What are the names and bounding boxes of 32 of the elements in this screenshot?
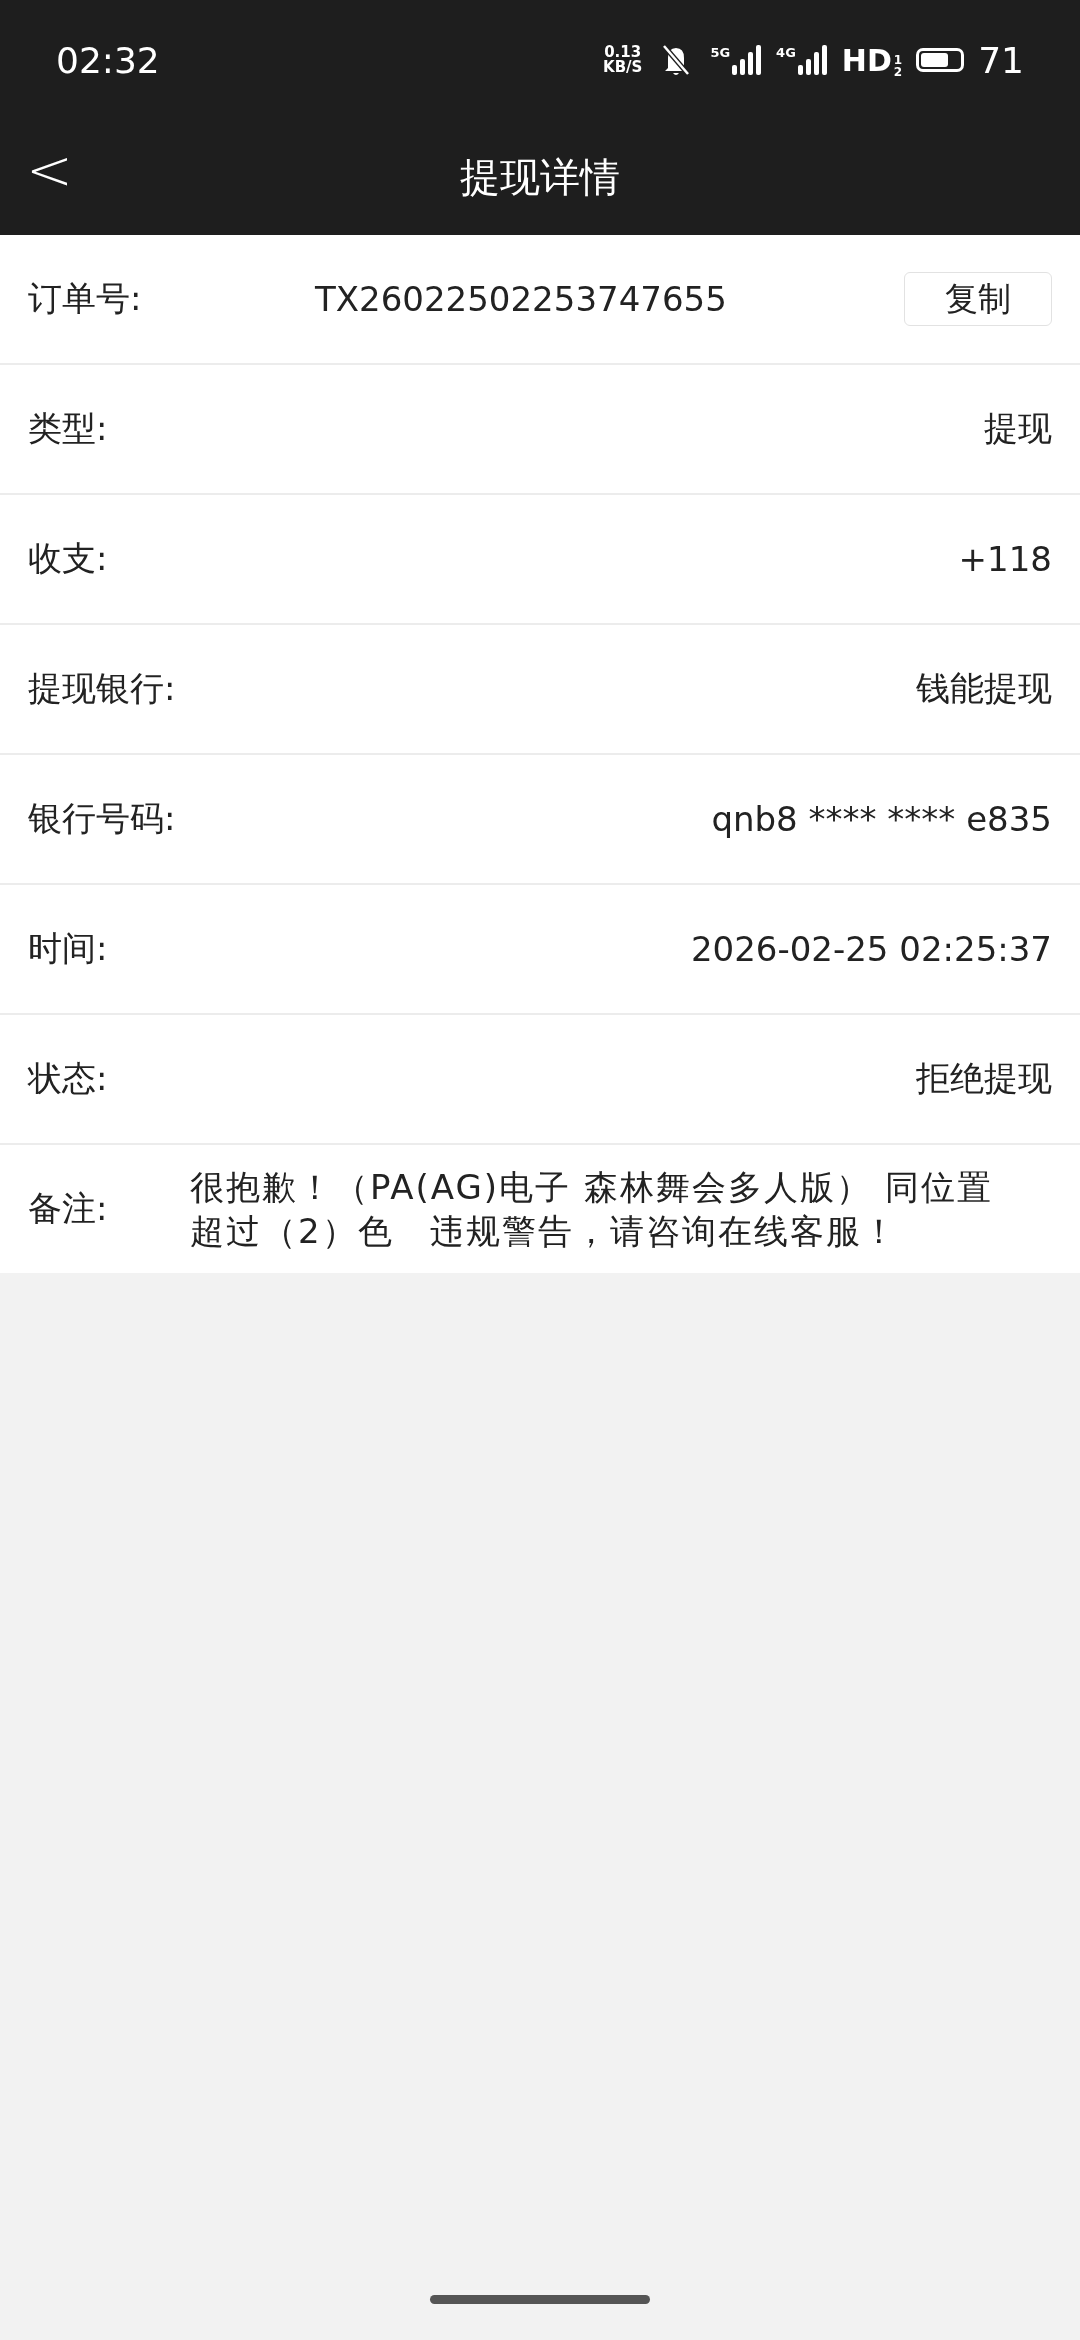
field-label: 状态: bbox=[28, 1057, 109, 1100]
field-value: 提现 bbox=[984, 407, 1052, 450]
field-label: 备注: bbox=[28, 1187, 109, 1230]
hd-slot: 2 bbox=[893, 65, 903, 78]
signal-icon bbox=[732, 45, 763, 75]
network-type: 4G bbox=[776, 45, 796, 60]
remark-text: 很抱歉！（PA(AG)电子 森林舞会多人版） 同位置超过（2）色 违规警告，请咨询在线客服！ bbox=[190, 1166, 994, 1253]
battery-icon bbox=[916, 48, 965, 72]
field-label: 时间: bbox=[28, 927, 109, 970]
field-value: qnb8 **** **** e835 bbox=[711, 799, 1052, 839]
field-label: 银行号码: bbox=[28, 797, 177, 840]
signal-icon bbox=[797, 45, 828, 75]
home-indicator[interactable] bbox=[430, 2295, 650, 2304]
field-value: 2026-02-25 02:25:37 bbox=[690, 929, 1052, 969]
field-value: 钱能提现 bbox=[916, 667, 1052, 710]
field-value: 拒绝提现 bbox=[916, 1057, 1052, 1100]
back-button[interactable]: < bbox=[26, 142, 73, 198]
battery-percent: 71 bbox=[978, 39, 1024, 81]
field-label: 收支: bbox=[28, 537, 109, 580]
status-time: 02:32 bbox=[56, 39, 161, 81]
order-number: TX26022502253747655 bbox=[315, 279, 728, 319]
page-title: 提现详情 bbox=[460, 153, 620, 202]
copy-button[interactable]: 复制 bbox=[904, 272, 1052, 326]
network-speed-unit: KB/S bbox=[603, 60, 643, 75]
hd-slot: 1 bbox=[893, 53, 903, 66]
field-label: 订单号: bbox=[28, 277, 143, 320]
field-label: 提现银行: bbox=[28, 667, 177, 710]
network-type: 5G bbox=[710, 45, 731, 60]
field-label: 类型: bbox=[28, 407, 109, 450]
network-speed: 0.13 bbox=[604, 45, 642, 60]
hd-indicator: HD bbox=[841, 42, 892, 78]
field-value: +118 bbox=[958, 539, 1052, 579]
